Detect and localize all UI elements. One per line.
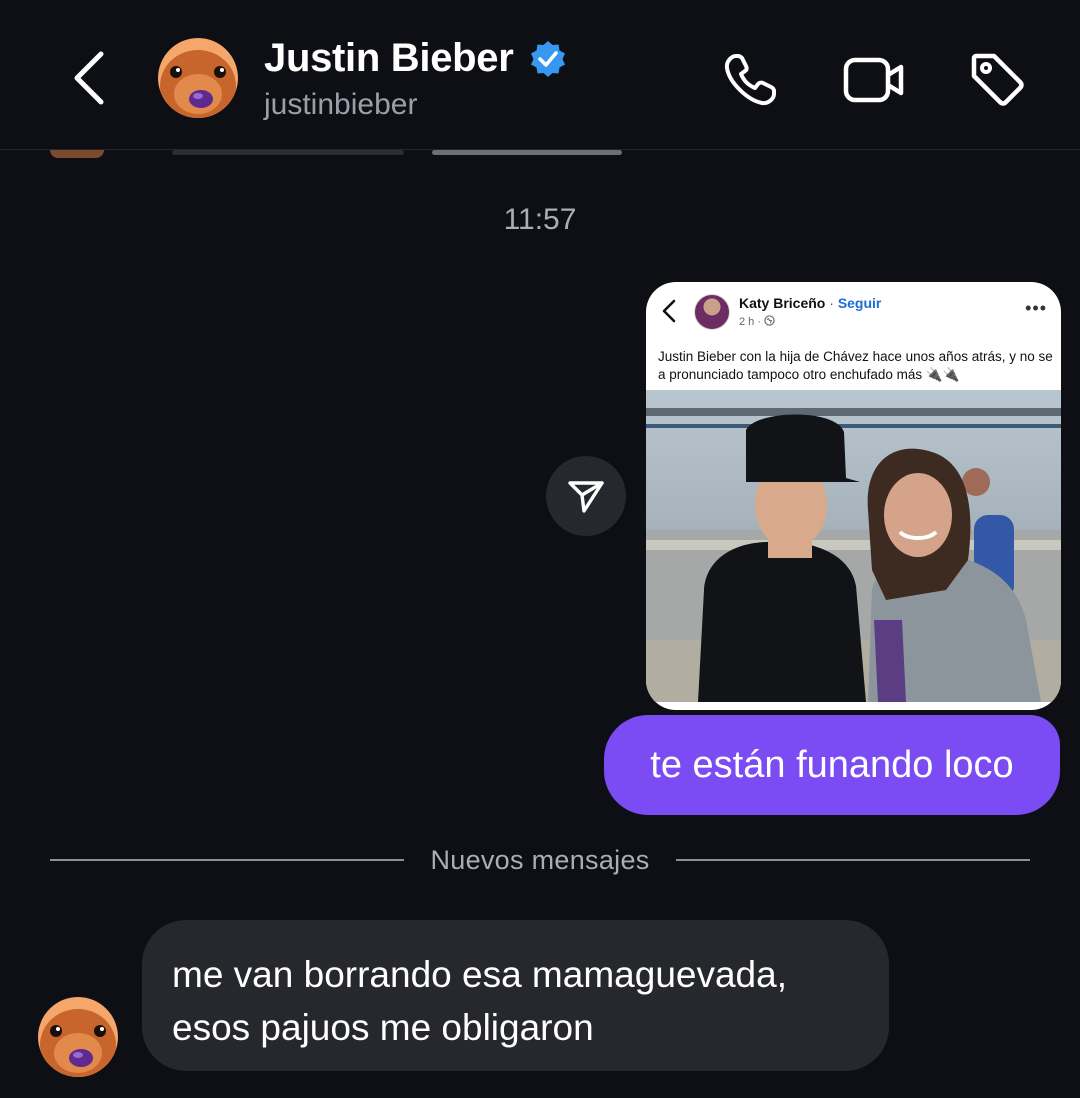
outgoing-message[interactable]: te están funando loco [604,715,1060,815]
contact-name[interactable]: Justin Bieber [264,36,514,81]
divider-line-left [50,859,405,861]
divider-line-right [675,859,1031,861]
globe-icon [764,315,775,326]
tag-icon [971,53,1024,106]
new-messages-label: Nuevos mensajes [430,844,650,875]
post-author-line: Katy Briceño · Seguir [739,295,881,311]
more-options-icon: ••• [1025,298,1047,318]
video-camera-icon [843,57,904,103]
card-back-icon [662,299,676,323]
post-caption: Justin Bieber con la hija de Chávez hace… [658,349,1053,382]
post-author-avatar [694,294,730,330]
sender-avatar[interactable] [38,997,118,1077]
otter-avatar-icon [158,38,238,118]
verified-badge-icon [531,41,565,77]
shared-post-card[interactable]: Katy Briceño · Seguir 2 h · ••• Justin B… [646,282,1061,710]
post-author-name: Katy Briceño [739,295,826,311]
contact-avatar[interactable] [158,38,238,118]
phone-icon [724,54,776,106]
chat-header: Justin Bieber justinbieber [0,0,1080,150]
back-button[interactable] [60,48,116,108]
post-time: 2 h · [739,315,775,328]
incoming-message-line-2: esos pajuos me obligaron [172,1007,594,1048]
post-photo [646,390,1061,702]
incoming-message[interactable]: me van borrando esa mamaguevada, esos pa… [142,920,889,1071]
share-forward-button[interactable] [546,456,626,536]
clipped-previous-bubble [172,150,404,155]
contact-handle[interactable]: justinbieber [264,88,417,122]
back-icon [74,51,104,105]
paper-plane-icon [568,481,604,513]
new-messages-divider: Nuevos mensajes [50,840,1031,880]
post-time-text: 2 h · [739,316,765,328]
video-call-button[interactable] [843,48,907,112]
post-follow-link: Seguir [837,295,882,311]
tag-button[interactable] [966,48,1030,112]
otter-avatar-icon [38,997,118,1077]
clipped-previous-text [432,150,622,155]
clipped-previous-message [50,150,104,158]
message-timestamp: 11:57 [503,203,577,236]
voice-call-button[interactable] [718,48,782,112]
incoming-message-line-1: me van borrando esa mamaguevada, [172,954,787,995]
post-separator: · [825,295,838,311]
